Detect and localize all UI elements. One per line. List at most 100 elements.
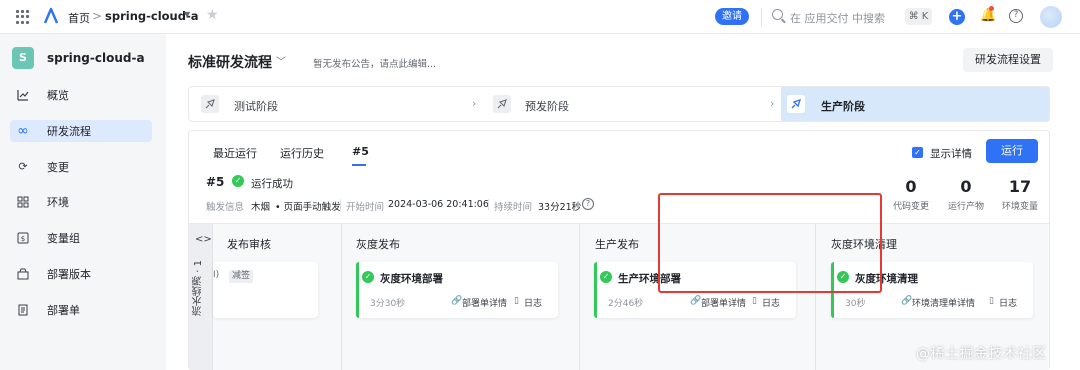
top-bar: 首页 > spring-cloud-a ▼ ★ 邀请 在 应用交付 中搜索 ⌘ … xyxy=(0,0,1080,34)
app-grid-icon[interactable] xyxy=(16,10,30,24)
stage-label: 测试阶段 xyxy=(234,100,278,113)
log-link[interactable]: 日志 xyxy=(524,296,542,309)
status-bar xyxy=(356,262,359,318)
column-divider xyxy=(341,224,342,370)
job-tag: 减签 xyxy=(229,270,254,283)
product-logo-icon[interactable] xyxy=(42,7,60,25)
caret-down-icon[interactable]: ▼ xyxy=(184,10,190,19)
sidebar-item-label: 研发流程 xyxy=(47,125,91,138)
stat-env-vars-value[interactable]: 17 xyxy=(995,177,1045,196)
show-details-label[interactable]: 显示详情 xyxy=(930,146,972,161)
stage-test[interactable]: 测试阶段 xyxy=(189,87,479,121)
bell-icon[interactable]: 🔔 xyxy=(980,8,996,23)
breadcrumb-home[interactable]: 首页 xyxy=(68,10,90,26)
job-duration: 30秒 xyxy=(845,299,866,309)
sidebar-item-overview[interactable]: 概览 xyxy=(10,84,152,106)
column-title: 生产发布 xyxy=(595,238,639,251)
infinity-icon: ∞ xyxy=(17,123,29,139)
status-bar xyxy=(594,262,597,318)
sidebar-item-environments[interactable]: 环境 xyxy=(10,191,152,213)
log-link[interactable]: 日志 xyxy=(999,296,1017,309)
create-button[interactable]: + xyxy=(949,9,965,25)
rocket-icon xyxy=(787,95,805,113)
job-duration: 2分46秒 xyxy=(608,299,644,309)
start-label: 开始时间 xyxy=(346,202,385,213)
project-badge[interactable]: S xyxy=(12,47,34,69)
trigger-method: • 页面手动触发 xyxy=(275,202,341,213)
sidebar-item-dev-flow[interactable]: ∞ 研发流程 xyxy=(10,120,152,142)
stage-bar: 测试阶段 › 预发阶段 › 生产阶段 xyxy=(188,86,1050,122)
info-icon[interactable]: ? xyxy=(582,198,594,210)
variable-icon: $ xyxy=(17,232,29,244)
pipeline-lane: <> 流水线源 · 1 xyxy=(189,224,213,370)
document-icon xyxy=(17,304,29,316)
chevron-right-icon: › xyxy=(472,97,477,110)
link-icon: 🔗 xyxy=(690,296,702,306)
column-title: 灰度发布 xyxy=(356,238,400,251)
avatar[interactable] xyxy=(1040,6,1062,28)
sidebar-item-changes[interactable]: ⟳ 变更 xyxy=(10,156,152,178)
stage-label: 生产阶段 xyxy=(821,100,865,113)
run-button[interactable]: 运行 xyxy=(986,139,1038,163)
job-card-gray-deploy[interactable]: ✓ 灰度环境部署 3分30秒 🔗 部署单详情 ▯ 日志 xyxy=(356,262,558,318)
page-title[interactable]: 标准研发流程 xyxy=(188,52,272,72)
success-icon: ✓ xyxy=(232,175,244,187)
cleanup-order-details-link[interactable]: 环境清理单详情 xyxy=(912,296,975,309)
star-icon[interactable]: ★ xyxy=(206,7,219,23)
package-icon xyxy=(17,268,29,280)
svg-text:$: $ xyxy=(21,235,25,243)
success-icon: ✓ xyxy=(600,271,612,283)
grid-icon xyxy=(17,196,29,208)
trigger-user: 木烟 xyxy=(251,202,271,213)
divider xyxy=(761,8,762,26)
announcement-text[interactable]: 暂无发布公告，请点此编辑... xyxy=(313,56,436,70)
chevron-right-icon: › xyxy=(770,97,775,110)
lane-label: 流水线源 · 1 xyxy=(193,260,204,316)
search-input[interactable]: 在 应用交付 中搜索 xyxy=(790,10,885,26)
main-content: 标准研发流程 ﹀ 暂无发布公告，请点此编辑... 研发流程设置 测试阶段 › 预… xyxy=(166,34,1080,370)
chart-icon xyxy=(17,89,29,101)
tab-run-5[interactable]: #5 xyxy=(352,145,369,158)
run-status: 运行成功 xyxy=(251,178,293,190)
expand-collapse-icon[interactable]: <> xyxy=(195,234,212,245)
deploy-order-details-link[interactable]: 部署单详情 xyxy=(701,296,746,309)
job-card-partial[interactable]: I) 减签 xyxy=(213,262,318,318)
show-details-checkbox[interactable]: ✓ xyxy=(912,147,923,158)
sidebar-item-label: 部署单 xyxy=(47,304,80,317)
trigger-label: 触发信息 xyxy=(206,202,245,213)
tab-recent-runs[interactable]: 最近运行 xyxy=(213,145,257,161)
stage-staging[interactable]: 预发阶段 xyxy=(487,87,777,121)
sidebar-item-label: 环境 xyxy=(47,196,69,209)
sidebar-item-variable-groups[interactable]: $ 变量组 xyxy=(10,227,152,249)
shortcut-hint: ⌘ K xyxy=(905,8,932,25)
sidebar-item-versions[interactable]: 部署版本 xyxy=(10,263,152,285)
flow-settings-button[interactable]: 研发流程设置 xyxy=(963,48,1053,72)
document-icon: ▯ xyxy=(752,296,757,306)
job-name-partial: I) xyxy=(213,270,220,280)
invite-button[interactable]: 邀请 xyxy=(715,8,749,25)
help-icon[interactable]: ? xyxy=(1009,9,1023,23)
rocket-icon xyxy=(493,95,511,113)
sidebar-item-deploy-orders[interactable]: 部署单 xyxy=(10,299,152,321)
project-name[interactable]: spring-cloud-a xyxy=(47,51,145,65)
rocket-icon xyxy=(201,95,219,113)
stat-artifacts-value[interactable]: 0 xyxy=(941,177,991,196)
sidebar-item-label: 部署版本 xyxy=(47,268,91,281)
success-icon: ✓ xyxy=(362,271,374,283)
watermark: @稀土掘金技术社区 xyxy=(916,346,1047,362)
link-icon: 🔗 xyxy=(451,296,463,306)
start-time: 2024-03-06 20:41:06 xyxy=(388,199,489,210)
highlight-box xyxy=(658,193,882,293)
tab-run-history[interactable]: 运行历史 xyxy=(280,145,324,161)
sidebar: S spring-cloud-a 概览 ∞ 研发流程 ⟳ 变更 环境 $ 变量组… xyxy=(0,34,166,370)
divider xyxy=(340,199,341,210)
tab-indicator xyxy=(352,164,366,166)
job-name: 灰度环境部署 xyxy=(380,273,443,285)
stage-production[interactable]: 生产阶段 xyxy=(781,87,1049,121)
deploy-order-details-link[interactable]: 部署单详情 xyxy=(462,296,507,309)
stat-code-changes-value[interactable]: 0 xyxy=(886,177,936,196)
chevron-down-icon[interactable]: ﹀ xyxy=(276,53,286,68)
log-link[interactable]: 日志 xyxy=(762,296,780,309)
change-icon: ⟳ xyxy=(18,160,28,173)
search-icon[interactable] xyxy=(772,9,783,20)
